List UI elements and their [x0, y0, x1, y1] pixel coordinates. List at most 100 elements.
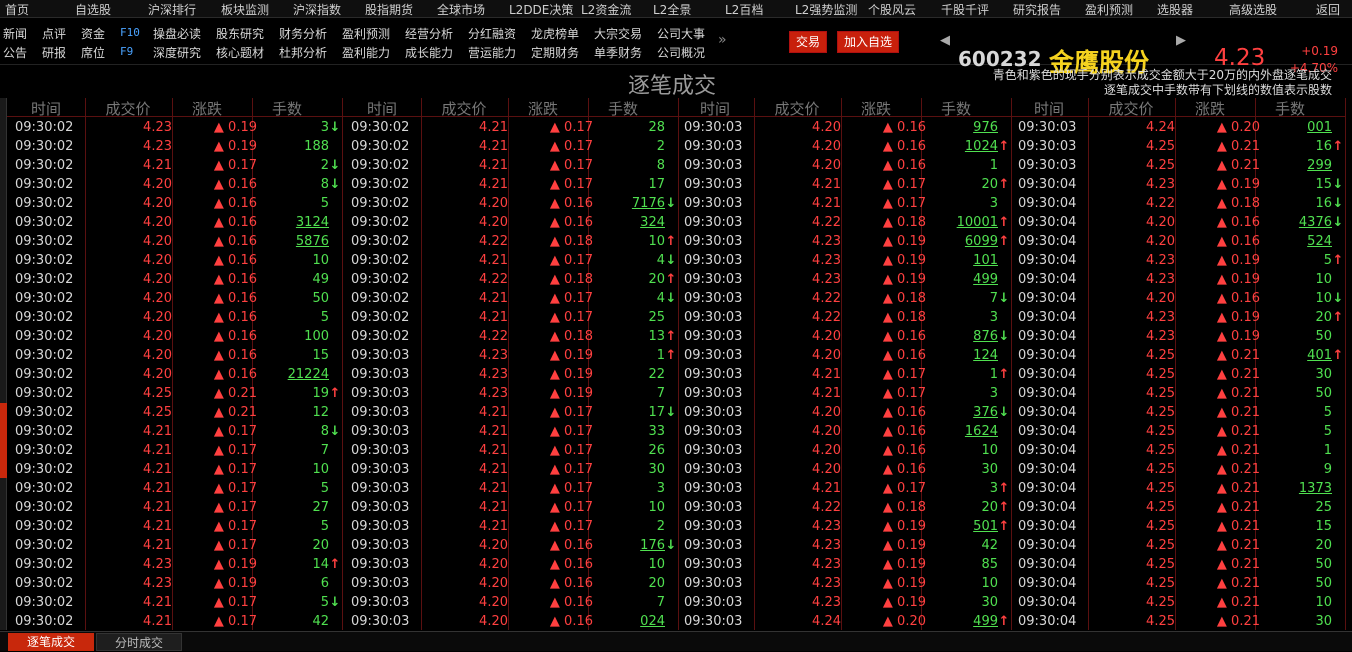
table-row[interactable]: 09:30:02 4.23 ▲ 0.19 3 ↓: [7, 118, 343, 137]
table-row[interactable]: 09:30:02 4.22 ▲ 0.18 20 ↑: [343, 270, 679, 289]
table-row[interactable]: 09:30:02 4.20 ▲ 0.16 7176 ↓: [343, 194, 679, 213]
table-row[interactable]: 09:30:03 4.21 ▲ 0.17 2: [343, 517, 679, 536]
table-row[interactable]: 09:30:02 4.20 ▲ 0.16 10: [7, 251, 343, 270]
table-row[interactable]: 09:30:02 4.21 ▲ 0.17 5: [7, 479, 343, 498]
table-row[interactable]: 09:30:03 4.21 ▲ 0.17 3: [676, 194, 1012, 213]
table-row[interactable]: 09:30:03 4.20 ▲ 0.16 124: [676, 346, 1012, 365]
column-header[interactable]: 手数: [1255, 98, 1325, 119]
top-menu-item[interactable]: L2DDE决策: [509, 1, 573, 17]
table-row[interactable]: 09:30:02 4.23 ▲ 0.19 188: [7, 137, 343, 156]
column-header[interactable]: 手数: [252, 98, 322, 119]
table-row[interactable]: 09:30:03 4.22 ▲ 0.18 20 ↑: [676, 498, 1012, 517]
table-row[interactable]: 09:30:03 4.20 ▲ 0.16 976: [676, 118, 1012, 137]
nav-link[interactable]: 操盘必读: [153, 25, 201, 42]
table-row[interactable]: 09:30:02 4.20 ▲ 0.16 5: [7, 308, 343, 327]
column-header[interactable]: 涨跌: [1175, 98, 1245, 119]
nav-link[interactable]: 盈利预测: [342, 25, 390, 42]
nav-link[interactable]: 研报: [42, 44, 66, 61]
table-row[interactable]: 09:30:03 4.23 ▲ 0.19 101: [676, 251, 1012, 270]
table-row[interactable]: 09:30:03 4.23 ▲ 0.19 7: [343, 384, 679, 403]
table-row[interactable]: 09:30:03 4.20 ▲ 0.16 30: [676, 460, 1012, 479]
table-row[interactable]: 09:30:04 4.20 ▲ 0.16 524: [1010, 232, 1346, 251]
nav-link[interactable]: 龙虎榜单: [531, 25, 579, 42]
table-row[interactable]: 09:30:02 4.20 ▲ 0.16 15: [7, 346, 343, 365]
table-row[interactable]: 09:30:03 4.21 ▲ 0.17 17 ↓: [343, 403, 679, 422]
table-row[interactable]: 09:30:02 4.22 ▲ 0.18 10 ↑: [343, 232, 679, 251]
table-row[interactable]: 09:30:03 4.25 ▲ 0.21 16 ↑: [1010, 137, 1346, 156]
column-header[interactable]: 手数: [588, 98, 658, 119]
nav-link[interactable]: 股东研究: [216, 25, 264, 42]
table-row[interactable]: 09:30:04 4.25 ▲ 0.21 401 ↑: [1010, 346, 1346, 365]
table-row[interactable]: 09:30:04 4.25 ▲ 0.21 10: [1010, 593, 1346, 612]
table-row[interactable]: 09:30:02 4.20 ▲ 0.16 50: [7, 289, 343, 308]
table-row[interactable]: 09:30:04 4.25 ▲ 0.21 1: [1010, 441, 1346, 460]
table-row[interactable]: 09:30:02 4.20 ▲ 0.16 21224: [7, 365, 343, 384]
next-stock-icon[interactable]: ▶: [1176, 33, 1186, 48]
table-row[interactable]: 09:30:03 4.20 ▲ 0.16 1: [676, 156, 1012, 175]
left-side-tabs[interactable]: [0, 98, 7, 630]
table-row[interactable]: 09:30:03 4.22 ▲ 0.18 7 ↓: [676, 289, 1012, 308]
nav-link[interactable]: 公司大事: [657, 25, 705, 42]
table-row[interactable]: 09:30:02 4.21 ▲ 0.17 28: [343, 118, 679, 137]
table-row[interactable]: 09:30:03 4.20 ▲ 0.16 1024 ↑: [676, 137, 1012, 156]
column-header[interactable]: 时间: [15, 98, 77, 119]
nav-link[interactable]: 公告: [3, 44, 27, 61]
nav-link[interactable]: 公司概况: [657, 44, 705, 61]
table-row[interactable]: 09:30:02 4.23 ▲ 0.19 14 ↑: [7, 555, 343, 574]
top-menu-item[interactable]: 千股千评: [941, 1, 989, 17]
table-row[interactable]: 09:30:03 4.20 ▲ 0.16 10: [676, 441, 1012, 460]
more-icon[interactable]: »: [718, 32, 727, 48]
table-row[interactable]: 09:30:03 4.23 ▲ 0.19 501 ↑: [676, 517, 1012, 536]
top-menu-item[interactable]: 盈利预测: [1085, 1, 1133, 17]
top-menu-item[interactable]: L2强势监测: [795, 1, 857, 17]
nav-link[interactable]: 深度研究: [153, 44, 201, 61]
table-row[interactable]: 09:30:04 4.25 ▲ 0.21 5: [1010, 422, 1346, 441]
table-row[interactable]: 09:30:02 4.20 ▲ 0.16 49: [7, 270, 343, 289]
table-row[interactable]: 09:30:04 4.25 ▲ 0.21 30: [1010, 365, 1346, 384]
top-menu-item[interactable]: 首页: [5, 1, 29, 17]
table-row[interactable]: 09:30:04 4.25 ▲ 0.21 20: [1010, 536, 1346, 555]
table-row[interactable]: 09:30:02 4.21 ▲ 0.17 8 ↓: [7, 422, 343, 441]
table-row[interactable]: 09:30:03 4.21 ▲ 0.17 3: [676, 384, 1012, 403]
column-header[interactable]: 时间: [1018, 98, 1080, 119]
table-row[interactable]: 09:30:02 4.21 ▲ 0.17 27: [7, 498, 343, 517]
table-row[interactable]: 09:30:04 4.20 ▲ 0.16 10 ↓: [1010, 289, 1346, 308]
top-menu-item[interactable]: 个股风云: [868, 1, 916, 17]
table-row[interactable]: 09:30:03 4.23 ▲ 0.19 85: [676, 555, 1012, 574]
table-row[interactable]: 09:30:04 4.25 ▲ 0.21 15: [1010, 517, 1346, 536]
table-row[interactable]: 09:30:02 4.21 ▲ 0.17 2 ↓: [7, 156, 343, 175]
column-header[interactable]: 成交价: [421, 98, 507, 119]
nav-link[interactable]: 杜邦分析: [279, 44, 327, 61]
table-row[interactable]: 09:30:04 4.23 ▲ 0.19 50: [1010, 327, 1346, 346]
table-row[interactable]: 09:30:02 4.21 ▲ 0.17 20: [7, 536, 343, 555]
column-header[interactable]: 成交价: [754, 98, 840, 119]
table-row[interactable]: 09:30:03 4.21 ▲ 0.17 20 ↑: [676, 175, 1012, 194]
column-header[interactable]: 成交价: [85, 98, 171, 119]
table-row[interactable]: 09:30:03 4.20 ▲ 0.16 7: [343, 593, 679, 612]
nav-link[interactable]: 席位: [81, 44, 105, 61]
table-row[interactable]: 09:30:03 4.20 ▲ 0.16 024: [343, 612, 679, 631]
nav-link[interactable]: 成长能力: [405, 44, 453, 61]
table-row[interactable]: 09:30:03 4.23 ▲ 0.19 1 ↑: [343, 346, 679, 365]
table-row[interactable]: 09:30:02 4.20 ▲ 0.16 324: [343, 213, 679, 232]
table-row[interactable]: 09:30:03 4.20 ▲ 0.16 20: [343, 574, 679, 593]
table-row[interactable]: 09:30:02 4.21 ▲ 0.17 7: [7, 441, 343, 460]
table-row[interactable]: 09:30:04 4.22 ▲ 0.18 16 ↓: [1010, 194, 1346, 213]
top-menu-item[interactable]: 股指期货: [365, 1, 413, 17]
table-row[interactable]: 09:30:02 4.20 ▲ 0.16 5: [7, 194, 343, 213]
nav-link[interactable]: 大宗交易: [594, 25, 642, 42]
table-row[interactable]: 09:30:03 4.20 ▲ 0.16 1624: [676, 422, 1012, 441]
table-row[interactable]: 09:30:02 4.25 ▲ 0.21 19 ↑: [7, 384, 343, 403]
table-row[interactable]: 09:30:02 4.21 ▲ 0.17 8: [343, 156, 679, 175]
table-row[interactable]: 09:30:02 4.22 ▲ 0.18 13 ↑: [343, 327, 679, 346]
nav-link[interactable]: 点评: [42, 25, 66, 42]
table-row[interactable]: 09:30:02 4.21 ▲ 0.17 17: [343, 175, 679, 194]
table-row[interactable]: 09:30:02 4.21 ▲ 0.17 10: [7, 460, 343, 479]
table-row[interactable]: 09:30:02 4.20 ▲ 0.16 3124: [7, 213, 343, 232]
table-row[interactable]: 09:30:02 4.21 ▲ 0.17 2: [343, 137, 679, 156]
table-row[interactable]: 09:30:02 4.20 ▲ 0.16 5876: [7, 232, 343, 251]
table-row[interactable]: 09:30:04 4.20 ▲ 0.16 4376 ↓: [1010, 213, 1346, 232]
top-menu-item[interactable]: 自选股: [75, 1, 111, 17]
table-row[interactable]: 09:30:04 4.25 ▲ 0.21 50: [1010, 555, 1346, 574]
table-row[interactable]: 09:30:03 4.23 ▲ 0.19 499: [676, 270, 1012, 289]
